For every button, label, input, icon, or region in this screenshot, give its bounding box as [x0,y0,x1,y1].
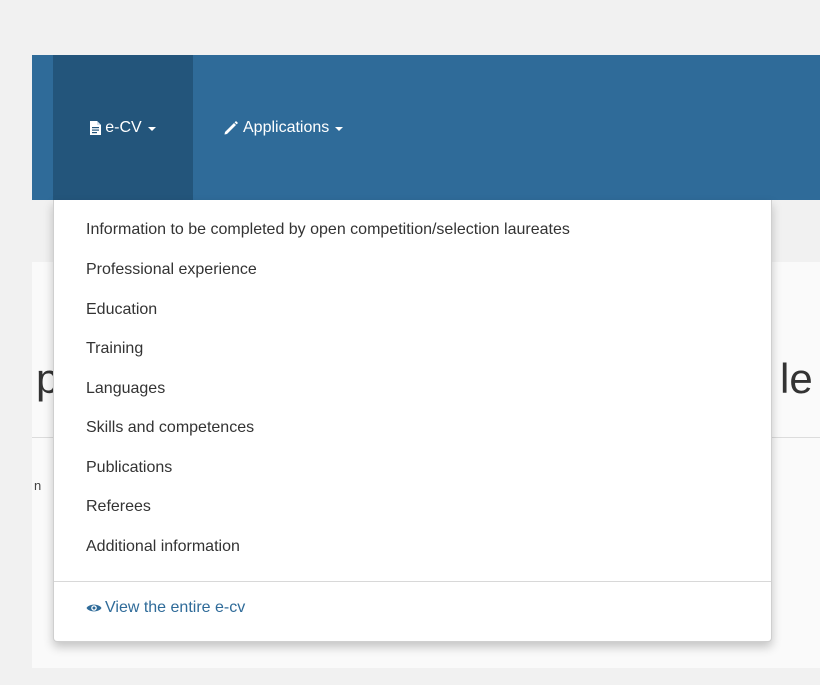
nav-menu-ecv-label: e-CV [105,118,142,136]
menu-item-languages[interactable]: Languages [54,369,771,409]
menu-item-skills-and-competences[interactable]: Skills and competences [54,408,771,448]
ecv-dropdown-menu: Information to be completed by open comp… [53,200,772,642]
dropdown-divider [54,581,771,582]
dropdown-list: Information to be completed by open comp… [54,200,771,566]
menu-item-professional-experience[interactable]: Professional experience [54,250,771,290]
menu-item-publications[interactable]: Publications [54,448,771,488]
menu-item-referees[interactable]: Referees [54,487,771,527]
caret-down-icon [147,126,156,131]
menu-item-additional-information[interactable]: Additional information [54,527,771,567]
menu-item-education[interactable]: Education [54,290,771,330]
menu-item-laureates-information[interactable]: Information to be completed by open comp… [54,210,771,250]
nav-menu-applications[interactable]: Applications [213,55,353,200]
top-navbar: e-CV Applications [32,55,820,200]
view-entire-ecv-link[interactable]: View the entire e-cv [86,599,245,617]
menu-item-training[interactable]: Training [54,329,771,369]
nav-menu-ecv[interactable]: e-CV [53,55,193,200]
view-entire-ecv-label: View the entire e-cv [105,599,246,616]
eye-icon [86,602,102,614]
pencil-icon [223,120,239,136]
content-text-fragment: n [34,478,42,493]
document-icon [90,120,102,135]
nav-menu-applications-label: Applications [243,118,330,136]
caret-down-icon [335,126,344,131]
page-heading-fragment-right: le [780,355,813,402]
